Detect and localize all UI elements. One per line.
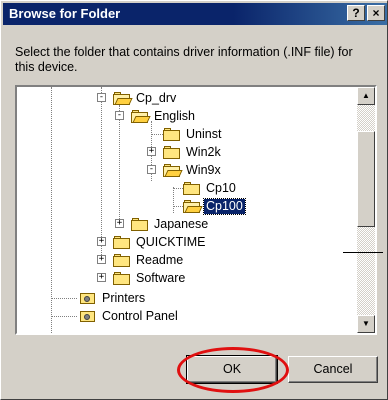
tree-connector-line (51, 298, 77, 299)
dialog-title: Browse for Folder (9, 6, 121, 21)
tree-item-label: Software (136, 270, 186, 285)
folder-icon (163, 145, 181, 159)
browse-for-folder-dialog: Browse for Folder ? × Select the folder … (0, 0, 388, 400)
tree-item-label-selected: Cp100 (203, 197, 246, 215)
tree-item-label: Win9x (186, 162, 221, 177)
open-folder-icon (113, 91, 133, 105)
folder-icon (183, 181, 201, 195)
tree-item-label: Control Panel (102, 308, 178, 323)
tree-item-control-panel[interactable]: Control Panel (51, 307, 180, 325)
title-bar[interactable]: Browse for Folder (3, 3, 387, 25)
tree-item-readme[interactable]: + Readme (97, 251, 185, 269)
open-folder-icon (183, 199, 203, 213)
tree-connector-line (51, 87, 52, 333)
expand-toggle[interactable]: + (97, 237, 106, 246)
tree-item-uninst[interactable]: Uninst (147, 125, 223, 143)
callout-pointer-line (343, 252, 383, 253)
tree-item-quicktime[interactable]: + QUICKTIME (97, 233, 207, 251)
tree-connector-line (173, 206, 183, 207)
open-folder-icon (163, 163, 183, 177)
expand-toggle[interactable]: + (147, 147, 156, 156)
tree-connector-line (51, 316, 77, 317)
folder-icon (113, 253, 131, 267)
collapse-toggle[interactable]: - (97, 93, 106, 102)
tree-item-japanese[interactable]: + Japanese (115, 215, 210, 233)
folder-tree-content: - Cp_drv - English Uninst + Win2k - Win9… (17, 87, 357, 333)
scroll-down-button[interactable]: ▼ (357, 315, 375, 333)
scroll-thumb[interactable] (357, 131, 375, 227)
control-panel-folder-icon (79, 309, 97, 323)
tree-item-printers[interactable]: Printers (51, 289, 147, 307)
expand-toggle[interactable]: + (115, 219, 124, 228)
tree-item-label: Readme (136, 252, 184, 267)
tree-item-label: Uninst (186, 126, 222, 141)
tree-item-cp100[interactable]: Cp100 (169, 197, 246, 215)
help-button[interactable]: ? (347, 5, 365, 21)
cancel-button[interactable]: Cancel (288, 356, 378, 383)
expand-toggle[interactable]: + (97, 255, 106, 264)
collapse-toggle[interactable]: - (147, 165, 156, 174)
tree-connector-line (151, 134, 163, 135)
tree-item-cp-drv[interactable]: - Cp_drv (97, 89, 178, 107)
folder-icon (113, 271, 131, 285)
folder-icon (113, 235, 131, 249)
tree-item-win2k[interactable]: + Win2k (147, 143, 223, 161)
tree-item-label: Printers (102, 290, 146, 305)
tree-item-english[interactable]: - English (115, 107, 197, 125)
tree-item-win9x[interactable]: - Win9x (147, 161, 223, 179)
tree-connector-line (101, 87, 102, 257)
tree-item-label: English (154, 108, 195, 123)
close-button[interactable]: × (367, 5, 385, 21)
scroll-up-button[interactable]: ▲ (357, 87, 375, 105)
expand-toggle[interactable]: + (97, 273, 106, 282)
open-folder-icon (131, 109, 151, 123)
vertical-scrollbar[interactable]: ▲ ▼ (357, 87, 375, 333)
highlight-ring (177, 347, 289, 393)
tree-item-software[interactable]: + Software (97, 269, 187, 287)
tree-item-label: Cp10 (206, 180, 236, 195)
tree-connector-line (173, 188, 183, 189)
folder-icon (163, 127, 181, 141)
collapse-toggle[interactable]: - (115, 111, 124, 120)
tree-item-cp10[interactable]: Cp10 (169, 179, 238, 197)
printers-folder-icon (79, 291, 97, 305)
tree-item-label: Japanese (154, 216, 209, 231)
tree-item-label: Cp_drv (136, 90, 177, 105)
folder-tree[interactable]: - Cp_drv - English Uninst + Win2k - Win9… (15, 85, 377, 335)
instruction-text: Select the folder that contains driver i… (15, 45, 353, 74)
tree-item-label: Win2k (186, 144, 221, 159)
folder-icon (131, 217, 149, 231)
tree-item-label: QUICKTIME (136, 234, 206, 249)
